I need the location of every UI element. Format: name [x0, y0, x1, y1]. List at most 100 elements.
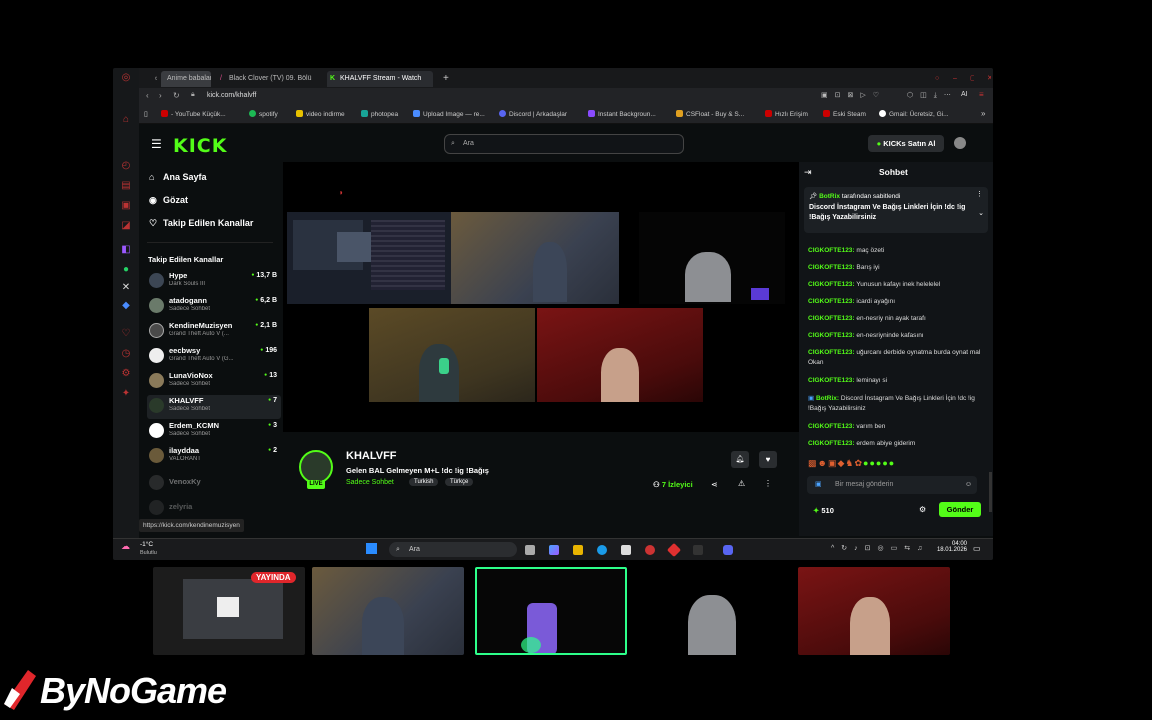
pinned-options-icon[interactable]: ⋮	[976, 190, 983, 198]
channel-item-active[interactable]: KHALVFFSadece Sohbet7	[147, 395, 281, 419]
taskbar-search-input[interactable]: ⌕ Ara	[389, 542, 517, 557]
bookmark-upload[interactable]: Upload Image — re...	[413, 109, 485, 121]
new-tab-button[interactable]: +	[437, 71, 449, 87]
bookmark-hizli[interactable]: Hızlı Erişim	[765, 109, 808, 121]
channel-item[interactable]: KendineMuzisyenGrand Theft Auto V (...2,…	[147, 320, 281, 344]
whatsapp-icon[interactable]: ●	[120, 264, 132, 276]
reload-icon[interactable]: ↻	[173, 91, 180, 100]
pinned-message[interactable]: 📌︎ BotRix tarafından sabitlendi Discord …	[804, 187, 988, 233]
channel-points[interactable]: ✦ 510	[813, 506, 834, 515]
tab-list-icon[interactable]: ▭	[149, 71, 157, 87]
messenger-icon[interactable]: ◆	[120, 300, 132, 312]
forward-icon[interactable]: ›	[159, 91, 162, 100]
x-icon[interactable]: ✕	[120, 282, 132, 294]
tab-anime[interactable]: Anime babalar	[161, 71, 211, 87]
channel-item[interactable]: LunaVioNoxSadece Sohbet13	[147, 370, 281, 394]
close-window-button[interactable]: ✕	[981, 71, 991, 87]
notification-icon[interactable]: ▭	[973, 544, 981, 553]
hamburger-menu-icon[interactable]: ☰	[151, 137, 162, 151]
app-icon[interactable]	[666, 542, 682, 558]
send-button[interactable]: Gönder	[939, 502, 981, 517]
opera-icon[interactable]: ◎	[120, 72, 132, 84]
bookmark-instant[interactable]: Instant Backgroun...	[588, 109, 656, 121]
video-player[interactable]: ◑	[283, 162, 799, 432]
bookmark-youtube[interactable]: - YouTube Küçük...	[161, 109, 226, 121]
clock[interactable]: 04:00 18.01.2026	[933, 541, 967, 553]
tag-turkish[interactable]: Turkish	[409, 478, 439, 486]
bookmark-gmail[interactable]: Gmail: Ücretsiz, Gi...	[879, 109, 949, 121]
toolbar-icons[interactable]: ▣⊡⊠▷♡	[821, 91, 886, 99]
history-icon[interactable]: ◷	[120, 348, 132, 360]
emoji-icon[interactable]: ☺	[965, 476, 972, 494]
stream-category[interactable]: Sadece Sohbet	[346, 479, 394, 486]
nav-following[interactable]: ♡ Takip Edilen Kanallar	[149, 218, 253, 229]
collapse-chat-icon[interactable]: ⇥	[804, 167, 812, 178]
tv-icon[interactable]: ▣	[120, 200, 132, 212]
system-tray-icons[interactable]: ^↻♪⊡◎▭⇆♫	[831, 544, 929, 552]
share-icon[interactable]: ⋖	[711, 480, 718, 489]
start-icon[interactable]	[366, 543, 377, 554]
kick-logo[interactable]: KICK	[173, 135, 227, 157]
channel-item[interactable]: HypeDark Souls III13,7 B	[147, 270, 281, 294]
report-icon[interactable]: ⚠	[738, 479, 745, 488]
tag-turkce[interactable]: Türkçe	[445, 478, 474, 486]
back-icon[interactable]: ‹	[146, 91, 149, 100]
menu-icon[interactable]: ≡	[979, 90, 984, 99]
extension-icons[interactable]: ⬡◫⤓⋯	[907, 91, 958, 100]
search-input[interactable]: ⌕ Ara	[444, 134, 684, 154]
discord-icon[interactable]	[723, 545, 733, 555]
opera-taskbar-icon[interactable]	[645, 545, 655, 555]
home-icon[interactable]: ⌂	[120, 114, 132, 126]
bookmark-photopea[interactable]: photopea	[361, 109, 398, 121]
chevron-down-icon[interactable]: ⌄	[978, 209, 984, 217]
url-input[interactable]: kick.com/khalvff	[207, 92, 256, 99]
app-icon[interactable]	[693, 545, 703, 555]
follow-heart-button[interactable]: ♥	[759, 451, 777, 468]
news-icon[interactable]: ▤	[120, 180, 132, 192]
extensions-icon[interactable]: ✦	[120, 388, 132, 400]
copilot-icon[interactable]	[549, 545, 559, 555]
search-tabs-icon[interactable]: ○	[929, 71, 939, 87]
chat-scrollbar[interactable]	[989, 472, 992, 512]
tab-kick-active[interactable]: K KHALVFF Stream - Watch	[327, 71, 433, 87]
task-view-icon[interactable]	[525, 545, 535, 555]
page-icon[interactable]: ▯	[144, 110, 148, 118]
notification-bell-button[interactable]: 🔔︎	[731, 451, 749, 468]
user-avatar[interactable]	[954, 137, 966, 149]
streamer-avatar[interactable]	[299, 450, 333, 484]
avatar	[149, 373, 164, 388]
ai-icon[interactable]: AI	[961, 91, 968, 98]
store-icon[interactable]	[621, 545, 631, 555]
bookmark-steam[interactable]: Eski Steam	[823, 109, 866, 121]
minimize-button[interactable]: –	[947, 71, 957, 87]
file-explorer-icon[interactable]	[573, 545, 583, 555]
channel-item[interactable]: ilayddaaVALORANT2	[147, 445, 281, 469]
nav-home[interactable]: ⌂ Ana Sayfa	[149, 172, 207, 182]
buy-kicks-button[interactable]: ● KICKs Satın Al	[868, 135, 944, 152]
speed-dial-icon[interactable]: ◴	[120, 160, 132, 172]
bag-icon[interactable]: ◪	[120, 220, 132, 232]
edge-icon[interactable]	[597, 545, 607, 555]
bookmark-csfloat[interactable]: CSFloat - Buy & S...	[676, 109, 744, 121]
options-icon[interactable]: ⋮	[764, 479, 772, 488]
settings-icon[interactable]: ⚙	[120, 368, 132, 380]
favorites-icon[interactable]: ♡	[120, 328, 132, 340]
channel-item[interactable]: atadogannSadece Sohbet6,2 B	[147, 295, 281, 319]
twitch-icon[interactable]: ◧	[120, 244, 132, 256]
weather-icon[interactable]: ☁	[121, 541, 130, 552]
streamer-name[interactable]: KHALVFF	[346, 450, 397, 462]
channel-item[interactable]: Erdem_KCMNSadece Sohbet3	[147, 420, 281, 444]
bookmark-discord[interactable]: Discord | Arkadaşlar	[499, 109, 567, 121]
channel-item-offline[interactable]: zelyria	[147, 497, 281, 521]
chat-input[interactable]: ▣ Bir mesaj gönderin ☺	[807, 476, 977, 494]
more-bookmarks-icon[interactable]: »	[981, 109, 985, 118]
tab-black-clover[interactable]: / Black Clover (TV) 09. Bölü	[217, 71, 321, 87]
bookmark-spotify[interactable]: spotify	[249, 109, 278, 121]
channel-item-offline[interactable]: VenoxKy	[147, 472, 281, 496]
emote-row[interactable]: ▩☻▣◆♞✿●●●●●	[808, 458, 895, 469]
bookmark-video[interactable]: video indirme	[296, 109, 345, 121]
nav-browse[interactable]: ◉ Gözat	[149, 195, 188, 206]
maximize-button[interactable]: ▢	[964, 71, 974, 87]
channel-item[interactable]: eecbwsyGrand Theft Auto V (G...196	[147, 345, 281, 369]
chat-settings-icon[interactable]: ⚙	[919, 505, 926, 514]
